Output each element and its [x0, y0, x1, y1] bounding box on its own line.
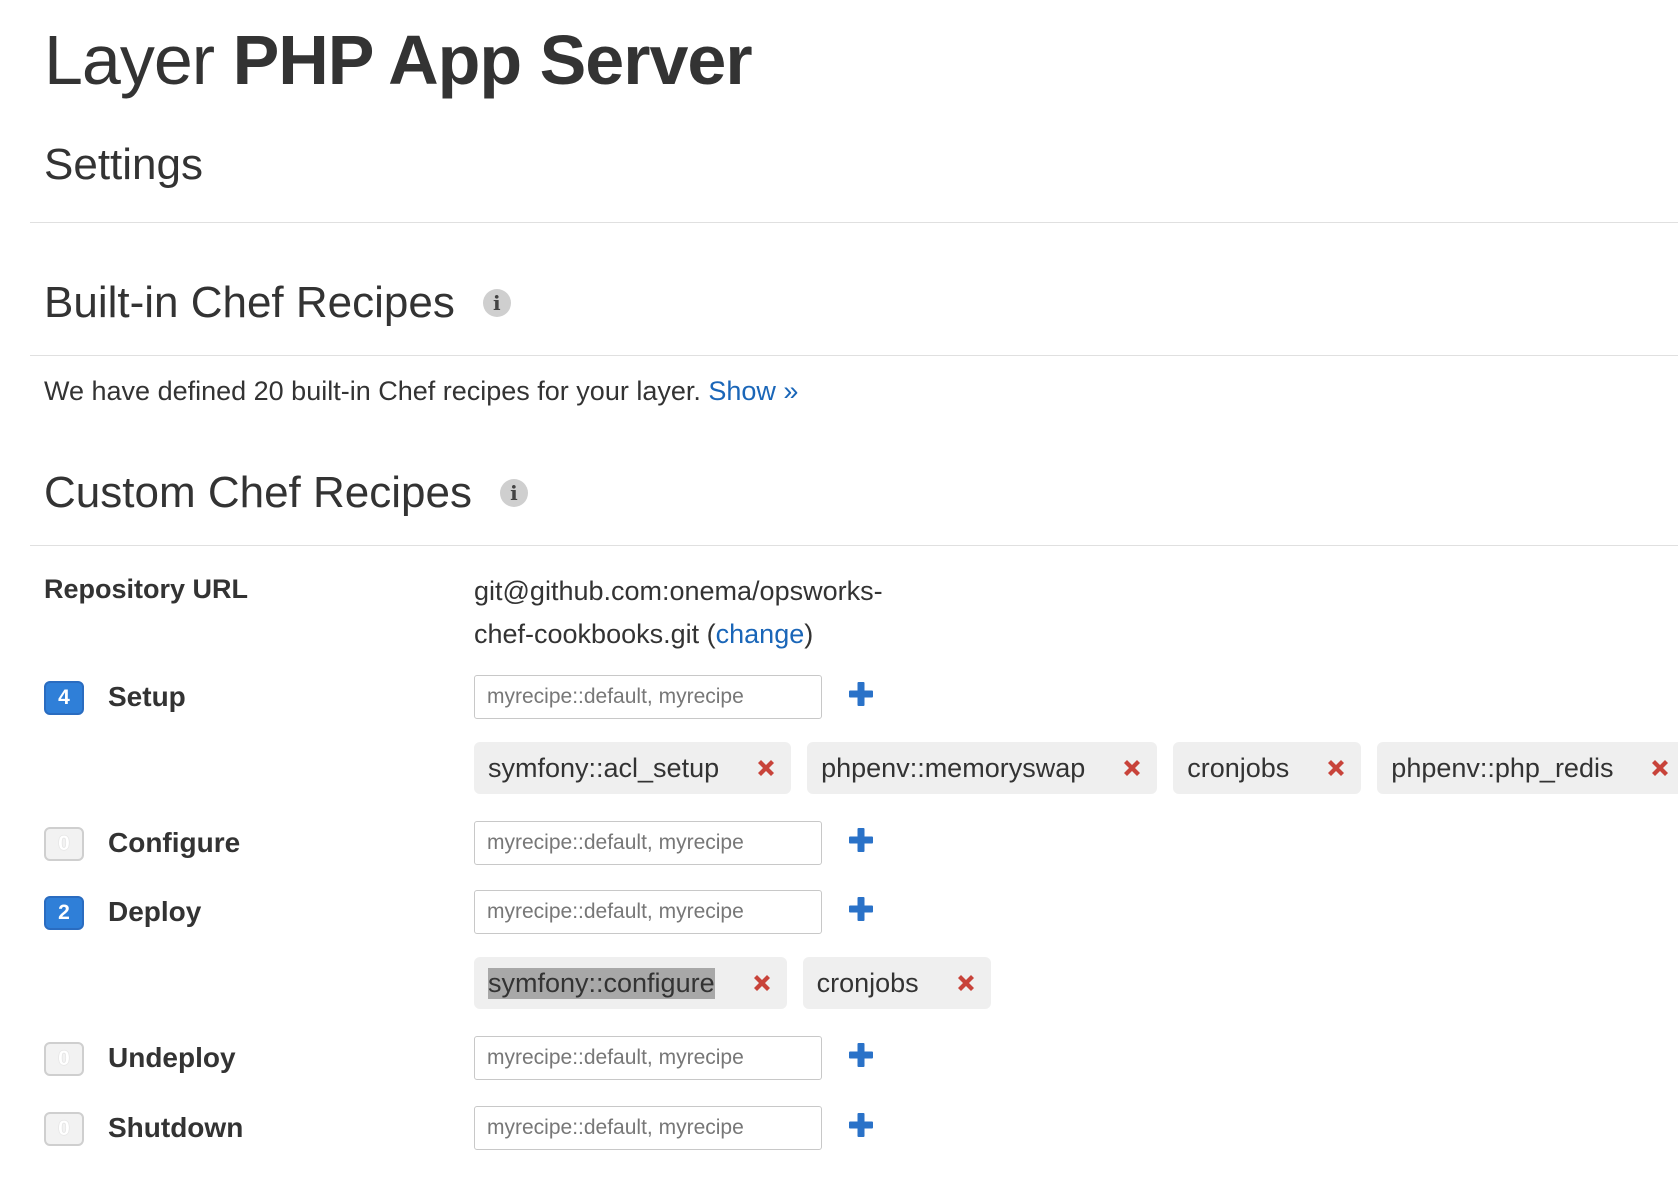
show-builtin-link[interactable]: Show »	[708, 376, 798, 406]
x-icon[interactable]	[751, 972, 773, 994]
paren-open: (	[706, 619, 716, 649]
custom-heading: Custom Chef Recipes i	[44, 468, 528, 518]
builtin-heading: Built-in Chef Recipes i	[44, 278, 511, 328]
settings-heading: Settings	[44, 140, 203, 190]
builtin-description-text: We have defined 20 built-in Chef recipes…	[44, 376, 701, 406]
shutdown-label: Shutdown	[108, 1112, 244, 1143]
setup-count-badge: 4	[44, 681, 84, 715]
setup-label: Setup	[108, 681, 186, 712]
info-icon[interactable]: i	[499, 479, 528, 507]
recipe-tag-label: symfony::configure	[488, 967, 715, 999]
setup-tag-list: symfony::acl_setup phpenv::memoryswap cr…	[474, 742, 1678, 794]
page-title: Layer PHP App Server	[44, 20, 753, 100]
shutdown-count-badge: 0	[44, 1112, 84, 1146]
divider	[30, 545, 1678, 546]
recipe-tag-label: symfony::acl_setup	[488, 752, 720, 783]
page: Layer PHP App Server Settings Built-in C…	[0, 0, 1678, 1182]
paren-close: )	[804, 619, 814, 649]
undeploy-count-badge: 0	[44, 1042, 84, 1076]
repo-url-line1: git@github.com:onema/opsworks-	[474, 576, 883, 606]
x-icon[interactable]	[755, 757, 777, 779]
recipe-tag: symfony::configure	[474, 957, 787, 1009]
plus-icon[interactable]	[848, 896, 874, 922]
x-icon[interactable]	[1649, 757, 1671, 779]
deploy-tag-list: symfony::configure cronjobs	[474, 957, 991, 1009]
plus-icon[interactable]	[848, 827, 874, 853]
divider	[30, 355, 1678, 356]
settings-heading-text: Settings	[44, 140, 203, 189]
deploy-recipe-input[interactable]	[474, 890, 822, 934]
builtin-heading-text: Built-in Chef Recipes	[44, 278, 455, 327]
recipe-tag: phpenv::memoryswap	[807, 742, 1158, 794]
x-icon[interactable]	[955, 972, 977, 994]
recipe-tag: symfony::acl_setup	[474, 742, 792, 794]
repo-url-line2: chef-cookbooks.git	[474, 619, 700, 649]
x-icon[interactable]	[1121, 757, 1143, 779]
info-icon[interactable]: i	[482, 289, 511, 317]
plus-icon[interactable]	[848, 1042, 874, 1068]
x-icon[interactable]	[1325, 757, 1347, 779]
deploy-label: Deploy	[108, 896, 202, 927]
recipe-tag: cronjobs	[802, 957, 991, 1009]
layer-name: PHP App Server	[232, 21, 753, 99]
custom-heading-text: Custom Chef Recipes	[44, 468, 472, 517]
repository-url-value: git@github.com:onema/opsworks- chef-cook…	[474, 570, 924, 656]
recipe-tag-label: phpenv::memoryswap	[821, 752, 1086, 783]
setup-recipe-input[interactable]	[474, 675, 822, 719]
plus-icon[interactable]	[848, 681, 874, 707]
plus-icon[interactable]	[848, 1112, 874, 1138]
recipe-tag-label: cronjobs	[1187, 752, 1290, 783]
recipe-tag: cronjobs	[1173, 742, 1362, 794]
undeploy-label: Undeploy	[108, 1042, 236, 1073]
undeploy-recipe-input[interactable]	[474, 1036, 822, 1080]
recipe-tag-label: phpenv::php_redis	[1391, 752, 1614, 783]
builtin-description: We have defined 20 built-in Chef recipes…	[44, 376, 798, 407]
change-repo-link[interactable]: change	[716, 619, 805, 649]
shutdown-recipe-input[interactable]	[474, 1106, 822, 1150]
configure-label: Configure	[108, 827, 241, 858]
divider	[30, 222, 1678, 223]
recipe-tag: phpenv::php_redis	[1377, 742, 1678, 794]
recipe-tag-label: cronjobs	[816, 967, 919, 998]
configure-count-badge: 0	[44, 827, 84, 861]
deploy-count-badge: 2	[44, 896, 84, 930]
repository-url-label: Repository URL	[44, 574, 249, 604]
configure-recipe-input[interactable]	[474, 821, 822, 865]
title-prefix: Layer	[44, 21, 215, 99]
